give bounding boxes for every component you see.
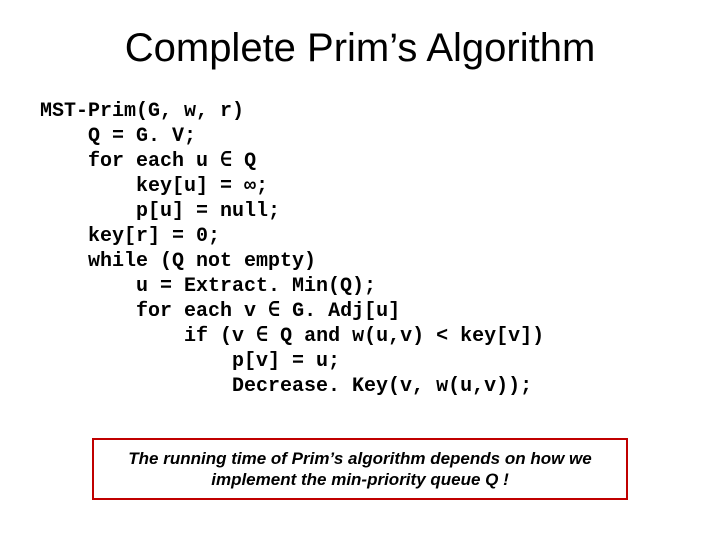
code-line: u = Extract. Min(Q);	[40, 275, 376, 298]
pseudocode-block: MST-Prim(G, w, r) Q = G. V; for each u ∈…	[40, 99, 680, 399]
code-line: key[u] = ∞;	[40, 175, 268, 198]
code-line: p[u] = null;	[40, 200, 280, 223]
code-line: while (Q not empty)	[40, 250, 316, 273]
code-line: key[r] = 0;	[40, 225, 220, 248]
note-box: The running time of Prim’s algorithm dep…	[92, 438, 628, 501]
code-line: for each u ∈ Q	[40, 150, 256, 173]
slide: Complete Prim’s Algorithm MST-Prim(G, w,…	[0, 0, 720, 540]
code-line: p[v] = u;	[40, 350, 340, 373]
code-line: for each v ∈ G. Adj[u]	[40, 300, 400, 323]
code-line: Q = G. V;	[40, 125, 196, 148]
slide-title: Complete Prim’s Algorithm	[40, 26, 680, 71]
code-line: if (v ∈ Q and w(u,v) < key[v])	[40, 325, 544, 348]
code-line: MST-Prim(G, w, r)	[40, 100, 244, 123]
code-line: Decrease. Key(v, w(u,v));	[40, 375, 532, 398]
note-text: The running time of Prim’s algorithm dep…	[104, 448, 616, 491]
